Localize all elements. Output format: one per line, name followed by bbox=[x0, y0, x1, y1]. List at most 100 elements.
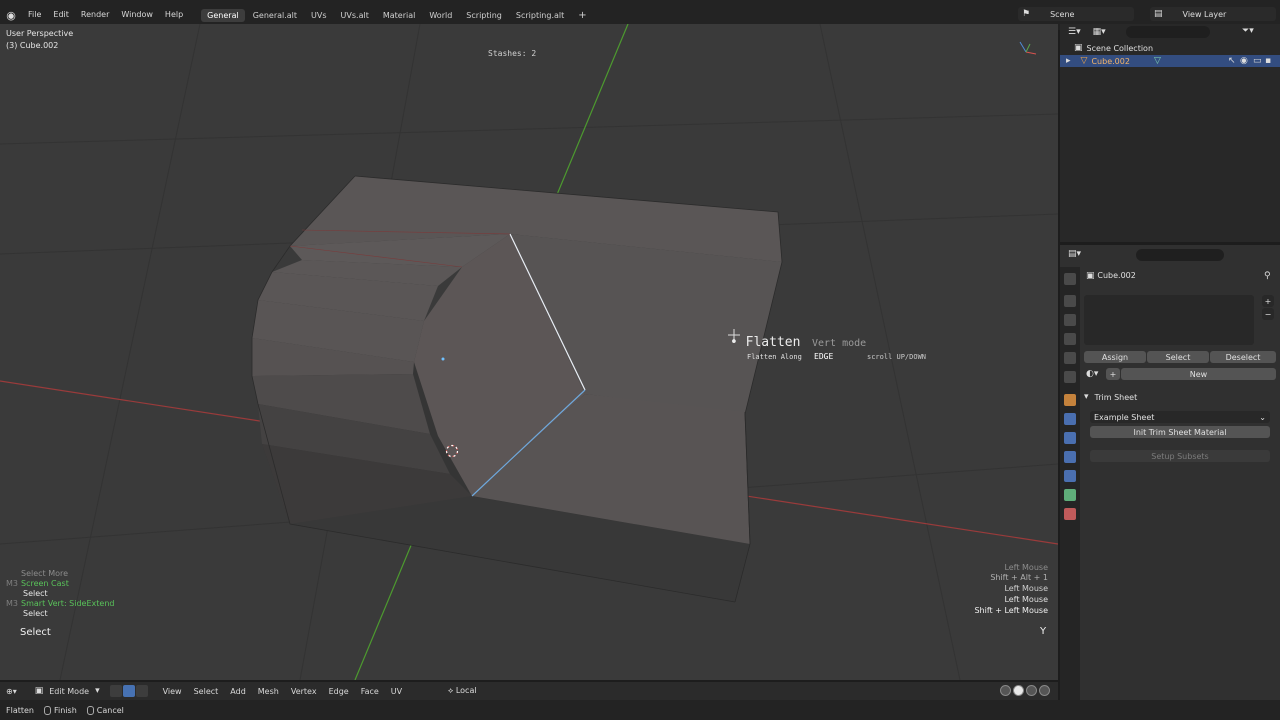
object-tab-icon[interactable] bbox=[1064, 394, 1076, 406]
filter-icon[interactable]: ⏷▾ bbox=[1242, 26, 1254, 36]
view-layer-tab-icon[interactable] bbox=[1064, 333, 1076, 345]
menu-vertex[interactable]: Vertex bbox=[285, 687, 323, 696]
status-flatten: Flatten bbox=[6, 705, 34, 715]
new-material-plus-button[interactable]: + bbox=[1106, 368, 1120, 380]
remove-slot-button[interactable]: − bbox=[1262, 308, 1274, 320]
select-toggle-icon[interactable]: ↖ bbox=[1228, 56, 1236, 66]
tab-general[interactable]: General bbox=[201, 8, 245, 22]
output-tab-icon[interactable] bbox=[1064, 314, 1076, 326]
properties-search-input[interactable] bbox=[1136, 249, 1224, 261]
face-select-icon[interactable] bbox=[135, 685, 148, 697]
menu-mesh[interactable]: Mesh bbox=[252, 687, 285, 696]
material-shading-icon[interactable] bbox=[1026, 685, 1037, 696]
display-mode-icon[interactable]: ▦▾ bbox=[1093, 27, 1106, 37]
properties-type-icon[interactable]: ▤▾ bbox=[1068, 249, 1081, 259]
status-finish: Finish bbox=[44, 705, 77, 715]
select-mode-group bbox=[109, 685, 149, 697]
tab-scripting[interactable]: Scripting bbox=[460, 9, 508, 22]
trim-sheet-value: Example Sheet bbox=[1094, 412, 1155, 422]
material-tab-icon[interactable] bbox=[1064, 508, 1076, 520]
menu-select[interactable]: Select bbox=[188, 687, 225, 696]
tab-scripting-alt[interactable]: Scripting.alt bbox=[510, 9, 570, 22]
material-slot-list[interactable] bbox=[1084, 295, 1254, 345]
hud-along-label: Flatten Along bbox=[747, 353, 802, 361]
physics-tab-icon[interactable] bbox=[1064, 451, 1076, 463]
world-tab-icon[interactable] bbox=[1064, 371, 1076, 383]
scene-collection-label: Scene Collection bbox=[1086, 43, 1154, 53]
object-info-label: (3) Cube.002 bbox=[6, 41, 59, 50]
pin-icon[interactable]: ⚲ bbox=[1264, 271, 1271, 281]
camera-icon[interactable]: ▪ bbox=[1265, 56, 1271, 66]
orientation-icon: ⟡ bbox=[448, 686, 456, 695]
select-button[interactable]: Select bbox=[1147, 351, 1209, 363]
keylog-line-3: M3 Smart Vert: SideExtend bbox=[6, 599, 115, 608]
status-cancel: Cancel bbox=[86, 705, 124, 715]
menu-uv[interactable]: UV bbox=[385, 687, 408, 696]
add-slot-button[interactable]: + bbox=[1262, 295, 1274, 307]
mesh-object-icon: ▽ bbox=[1080, 56, 1088, 66]
trim-sheet-panel-header[interactable]: ▾ Trim Sheet bbox=[1084, 389, 1278, 405]
tab-material[interactable]: Material bbox=[377, 9, 422, 22]
status-bar: Flatten Finish Cancel bbox=[0, 700, 1280, 720]
menu-add[interactable]: Add bbox=[224, 687, 252, 696]
modifier-tab-icon[interactable] bbox=[1064, 413, 1076, 425]
properties-panel: ▤▾ ▣ Cube.002 ⚲ + − Assign Select Desele… bbox=[1060, 245, 1280, 700]
edit-mode-icon: ▣ bbox=[34, 686, 44, 696]
assign-button[interactable]: Assign bbox=[1084, 351, 1146, 363]
scene-tab-icon[interactable] bbox=[1064, 352, 1076, 364]
particles-tab-icon[interactable] bbox=[1064, 432, 1076, 444]
render-tab-icon[interactable] bbox=[1064, 295, 1076, 307]
monitor-icon[interactable]: ▭ bbox=[1253, 56, 1262, 66]
tab-world[interactable]: World bbox=[423, 9, 458, 22]
mode-selector[interactable]: ▣ Edit Mode ▾ bbox=[31, 686, 104, 696]
outliner-object-row[interactable]: ▸ ▽ Cube.002 ▽ ↖ ◉ ▭ ▪ bbox=[1060, 55, 1280, 67]
navigation-gizmo-icon[interactable] bbox=[1019, 41, 1037, 55]
keylog-line-0: Select More bbox=[21, 569, 69, 578]
mouselog-line-3: Left Mouse bbox=[1004, 595, 1048, 604]
wireframe-shading-icon[interactable] bbox=[1000, 685, 1011, 696]
last-key: Y bbox=[1040, 626, 1047, 637]
3d-viewport[interactable]: User Perspective (3) Cube.002 Stashes: 2… bbox=[0, 24, 1058, 680]
solid-shading-icon[interactable] bbox=[1013, 685, 1024, 696]
outliner-search-input[interactable] bbox=[1126, 26, 1210, 38]
constraints-tab-icon[interactable] bbox=[1064, 470, 1076, 482]
menu-edge[interactable]: Edge bbox=[323, 687, 355, 696]
menu-face[interactable]: Face bbox=[355, 687, 385, 696]
mouselog-line-4: Shift + Left Mouse bbox=[974, 606, 1048, 615]
new-material-button[interactable]: New bbox=[1121, 368, 1276, 380]
data-tab-icon[interactable] bbox=[1064, 489, 1076, 501]
object-label: Cube.002 bbox=[1091, 56, 1130, 66]
viewport-scene bbox=[0, 24, 1058, 680]
scene-collection-row[interactable]: ▣ Scene Collection bbox=[1060, 42, 1280, 54]
menu-view[interactable]: View bbox=[157, 687, 188, 696]
expand-icon[interactable]: ▸ bbox=[1066, 56, 1071, 66]
mode-label: Edit Mode bbox=[49, 686, 90, 696]
transform-orientation-selector[interactable]: ⟡ Local bbox=[448, 686, 477, 696]
tab-general-alt[interactable]: General.alt bbox=[247, 9, 303, 22]
viewport-header: ⊕▾ ▣ Edit Mode ▾ View Select Add Mesh Ve… bbox=[0, 682, 1058, 700]
vertex-select-icon[interactable] bbox=[109, 685, 122, 697]
add-workspace-button[interactable]: + bbox=[572, 10, 592, 21]
view-layer-name: View Layer bbox=[1182, 9, 1227, 19]
mouselog-line-0: Left Mouse bbox=[1004, 563, 1048, 572]
tab-uvs[interactable]: UVs bbox=[305, 9, 333, 22]
material-browse-icon[interactable]: ◐▾ bbox=[1086, 369, 1098, 379]
view-layer-selector[interactable]: ▤ View Layer bbox=[1150, 7, 1276, 21]
scene-selector[interactable]: ⚑ Scene bbox=[1018, 7, 1134, 21]
mouselog-line-2: Left Mouse bbox=[1004, 584, 1048, 593]
trim-sheet-dropdown[interactable]: Example Sheet ⌄ bbox=[1090, 411, 1270, 423]
edge-select-icon[interactable] bbox=[122, 685, 135, 697]
properties-tabs bbox=[1060, 267, 1080, 700]
init-trim-sheet-button[interactable]: Init Trim Sheet Material bbox=[1090, 426, 1270, 438]
tool-tab-icon[interactable] bbox=[1064, 273, 1076, 285]
tab-uvs-alt[interactable]: UVs.alt bbox=[335, 9, 375, 22]
editor-type-icon[interactable]: ⊕▾ bbox=[0, 687, 23, 696]
keylog-line-1: M3 Screen Cast bbox=[6, 579, 69, 588]
deselect-button[interactable]: Deselect bbox=[1210, 351, 1276, 363]
setup-subsets-button[interactable]: Setup Subsets bbox=[1090, 450, 1270, 462]
eye-icon[interactable]: ◉ bbox=[1240, 56, 1248, 66]
keylog-line-4: Select bbox=[23, 609, 48, 618]
rendered-shading-icon[interactable] bbox=[1039, 685, 1050, 696]
chevron-down-icon: ▾ bbox=[95, 686, 100, 696]
outliner-type-icon[interactable]: ☰▾ bbox=[1068, 27, 1081, 37]
